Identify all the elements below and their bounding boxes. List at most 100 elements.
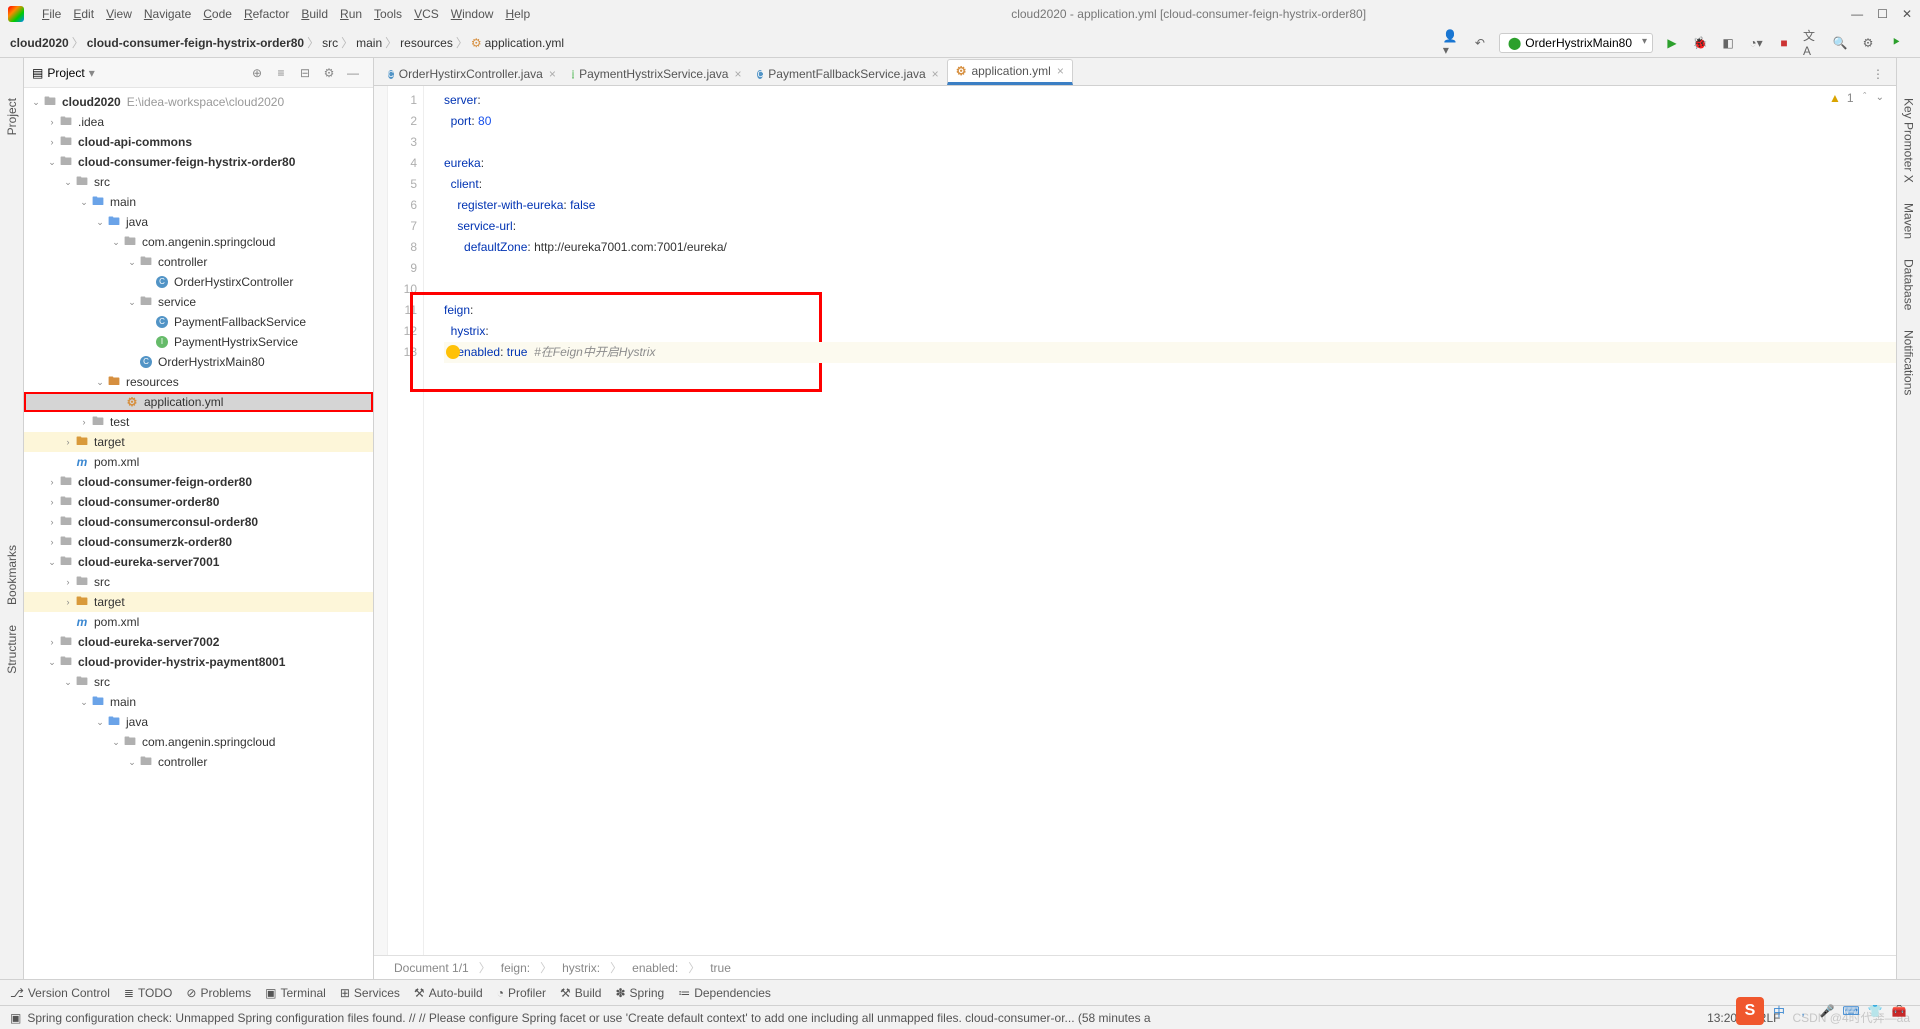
sogou-ime-icon[interactable]: S xyxy=(1736,997,1764,1025)
bottom-tool-problems[interactable]: ⊘Problems xyxy=(186,986,251,1000)
close-tab-icon[interactable]: × xyxy=(549,67,556,81)
editor-crumb-item[interactable]: hystrix: xyxy=(562,961,600,975)
tree-row[interactable]: mpom.xml xyxy=(24,612,373,632)
debug-button[interactable]: 🐞 xyxy=(1691,34,1709,52)
inspection-up-icon[interactable]: ＾ xyxy=(1860,90,1870,105)
minimize-button[interactable]: — xyxy=(1851,7,1863,21)
bottom-tool-auto-build[interactable]: ⚒Auto-build xyxy=(414,986,483,1000)
tree-row[interactable]: COrderHystirxController xyxy=(24,272,373,292)
tree-row[interactable]: ›🖿test xyxy=(24,412,373,432)
code-line[interactable] xyxy=(444,279,1896,300)
menu-build[interactable]: Build xyxy=(295,7,334,21)
bottom-tool-spring[interactable]: ✽Spring xyxy=(615,986,664,1000)
tree-row[interactable]: ⌄🖿java xyxy=(24,212,373,232)
tree-row[interactable]: ›🖿target xyxy=(24,592,373,612)
tree-row[interactable]: ⌄🖿cloud-provider-hystrix-payment8001 xyxy=(24,652,373,672)
inspections-widget[interactable]: ▲ 1 ＾ ⌄ xyxy=(1829,90,1884,105)
menu-code[interactable]: Code xyxy=(197,7,238,21)
breadcrumb-item[interactable]: application.yml xyxy=(485,36,564,50)
code-line[interactable]: enabled: true #在Feign中开启Hystrix xyxy=(444,342,1896,363)
tree-row[interactable]: ⌄🖿com.angenin.springcloud xyxy=(24,232,373,252)
code-line[interactable]: hystrix: xyxy=(444,321,1896,342)
right-tab-maven[interactable]: Maven xyxy=(1902,203,1916,239)
tray-toolbox-icon[interactable]: 🧰 xyxy=(1890,1002,1908,1020)
editor-crumb-item[interactable]: Document 1/1 xyxy=(394,961,469,975)
editor-crumb-item[interactable]: true xyxy=(710,961,731,975)
code-with-me-icon[interactable]: ⯈ xyxy=(1887,34,1905,52)
tree-row[interactable]: ›🖿src xyxy=(24,572,373,592)
breadcrumb-item[interactable]: main xyxy=(356,36,382,50)
menu-refactor[interactable]: Refactor xyxy=(238,7,295,21)
hide-panel-icon[interactable]: — xyxy=(344,64,362,82)
coverage-button[interactable]: ◧ xyxy=(1719,34,1737,52)
code-line[interactable]: port: 80 xyxy=(444,111,1896,132)
left-tab-structure[interactable]: Structure xyxy=(5,625,19,674)
tray-skin-icon[interactable]: 👕 xyxy=(1866,1002,1884,1020)
tree-row[interactable]: ›🖿.idea xyxy=(24,112,373,132)
tree-row[interactable]: ⌄🖿src xyxy=(24,172,373,192)
menu-file[interactable]: File xyxy=(36,7,67,21)
tree-row[interactable]: ›🖿cloud-consumerconsul-order80 xyxy=(24,512,373,532)
code-line[interactable]: feign: xyxy=(444,300,1896,321)
breadcrumb-item[interactable]: cloud-consumer-feign-hystrix-order80 xyxy=(87,36,304,50)
run-config-selector[interactable]: ⬤OrderHystrixMain80 xyxy=(1499,33,1653,53)
tree-row[interactable]: ⌄🖿cloud-consumer-feign-hystrix-order80 xyxy=(24,152,373,172)
expand-all-icon[interactable]: ≡ xyxy=(272,64,290,82)
tree-row[interactable]: ⚙application.yml xyxy=(24,392,373,412)
tree-row[interactable]: ›🖿cloud-eureka-server7002 xyxy=(24,632,373,652)
editor-tab[interactable]: IPaymentHystrixService.java× xyxy=(564,62,750,85)
tree-row[interactable]: ›🖿cloud-consumer-feign-order80 xyxy=(24,472,373,492)
code-line[interactable]: eureka: xyxy=(444,153,1896,174)
tree-row[interactable]: ⌄🖿main xyxy=(24,692,373,712)
tray-ime-lang[interactable]: 中 xyxy=(1770,1002,1788,1020)
menu-edit[interactable]: Edit xyxy=(67,7,100,21)
tree-row[interactable]: mpom.xml xyxy=(24,452,373,472)
close-button[interactable]: ✕ xyxy=(1902,7,1912,21)
right-tab-keypromoter[interactable]: Key Promoter X xyxy=(1902,98,1916,183)
menu-tools[interactable]: Tools xyxy=(368,7,408,21)
status-icon[interactable]: ▣ xyxy=(10,1011,21,1025)
tree-row[interactable]: ⌄🖿com.angenin.springcloud xyxy=(24,732,373,752)
breadcrumb-item[interactable]: src xyxy=(322,36,338,50)
editor-crumb-item[interactable]: feign: xyxy=(501,961,530,975)
code-line[interactable]: defaultZone: http://eureka7001.com:7001/… xyxy=(444,237,1896,258)
search-icon[interactable]: 🔍 xyxy=(1831,34,1849,52)
code-line[interactable] xyxy=(444,132,1896,153)
tree-row[interactable]: IPaymentHystrixService xyxy=(24,332,373,352)
menu-run[interactable]: Run xyxy=(334,7,368,21)
tree-row[interactable]: CPaymentFallbackService xyxy=(24,312,373,332)
tree-row[interactable]: ›🖿cloud-consumer-order80 xyxy=(24,492,373,512)
tree-row[interactable]: ›🖿cloud-api-commons xyxy=(24,132,373,152)
bottom-tool-version-control[interactable]: ⎇Version Control xyxy=(10,986,110,1000)
editor-crumb-item[interactable]: enabled: xyxy=(632,961,678,975)
bottom-tool-terminal[interactable]: ▣Terminal xyxy=(265,986,326,1000)
select-opened-file-icon[interactable]: ⊕ xyxy=(248,64,266,82)
code-line[interactable]: service-url: xyxy=(444,216,1896,237)
tray-keyboard-icon[interactable]: ⌨ xyxy=(1842,1002,1860,1020)
run-button[interactable]: ▶ xyxy=(1663,34,1681,52)
tree-row[interactable]: ›🖿cloud-consumerzk-order80 xyxy=(24,532,373,552)
tray-punct[interactable]: , xyxy=(1794,1002,1812,1020)
bottom-tool-todo[interactable]: ≣TODO xyxy=(124,986,173,1000)
code-editor[interactable]: ▲ 1 ＾ ⌄ server: port: 80eureka: client: … xyxy=(424,86,1896,955)
tree-row[interactable]: ⌄🖿controller xyxy=(24,252,373,272)
back-icon[interactable]: ↶ xyxy=(1471,34,1489,52)
bottom-tool-profiler[interactable]: ◔Profiler xyxy=(497,986,546,1000)
tree-row[interactable]: ⌄🖿main xyxy=(24,192,373,212)
code-line[interactable] xyxy=(444,258,1896,279)
code-line[interactable]: register-with-eureka: false xyxy=(444,195,1896,216)
tree-row[interactable]: ⌄🖿controller xyxy=(24,752,373,772)
project-tree[interactable]: ⌄🖿cloud2020E:\idea-workspace\cloud2020›🖿… xyxy=(24,88,373,979)
bottom-tool-build[interactable]: ⚒Build xyxy=(560,986,601,1000)
tray-mic-icon[interactable]: 🎤 xyxy=(1818,1002,1836,1020)
profile-button[interactable]: ◔▾ xyxy=(1747,34,1765,52)
tree-row[interactable]: ⌄🖿src xyxy=(24,672,373,692)
settings-icon[interactable]: ⚙ xyxy=(1859,34,1877,52)
close-tab-icon[interactable]: × xyxy=(1057,64,1064,78)
editor-tab[interactable]: CPaymentFallbackService.java× xyxy=(749,62,946,85)
bottom-tool-dependencies[interactable]: ≔Dependencies xyxy=(678,986,771,1000)
right-tab-database[interactable]: Database xyxy=(1902,259,1916,310)
bottom-tool-services[interactable]: ⊞Services xyxy=(340,986,400,1000)
code-line[interactable]: server: xyxy=(444,90,1896,111)
editor-tab[interactable]: ⚙application.yml× xyxy=(947,59,1073,85)
